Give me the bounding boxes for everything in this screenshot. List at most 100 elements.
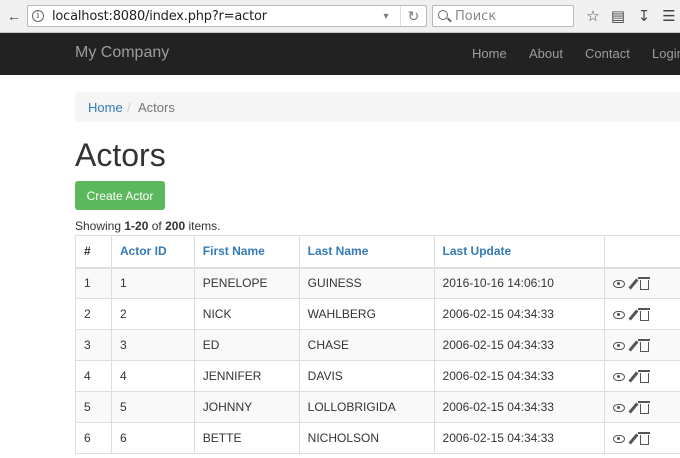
- cell-actor-id: 3: [110, 329, 195, 361]
- row-actions: [604, 360, 680, 392]
- view-icon[interactable]: [613, 280, 626, 289]
- update-icon[interactable]: [628, 278, 639, 290]
- view-icon[interactable]: [613, 434, 626, 443]
- create-actor-button[interactable]: Create Actor: [75, 181, 165, 210]
- column-header-last-name[interactable]: Last Name: [298, 235, 435, 269]
- reading-list-icon[interactable]: ▤: [608, 6, 628, 26]
- summary-total: 200: [165, 219, 186, 233]
- download-icon[interactable]: ↧: [634, 6, 654, 26]
- row-actions: [604, 298, 680, 330]
- breadcrumb-active: Actors: [138, 100, 175, 115]
- navbar: My Company Home About Contact Login: [0, 33, 680, 75]
- table-header-row: # Actor ID First Name Last Name Last Upd…: [75, 235, 680, 269]
- cell-actor-id: 4: [110, 360, 195, 392]
- cell-last-name: WAHLBERG: [298, 298, 435, 330]
- delete-icon[interactable]: [638, 400, 651, 414]
- table-row: 3 3 ED CHASE 2006-02-15 04:34:33: [75, 329, 680, 361]
- cell-last-update: 2016-10-16 14:06:10: [433, 267, 606, 299]
- summary-prefix: Showing: [75, 219, 125, 233]
- table-row: 2 2 NICK WAHLBERG 2006-02-15 04:34:33: [75, 298, 680, 330]
- cell-index: 6: [75, 422, 112, 454]
- summary-suffix: items.: [185, 219, 221, 233]
- browser-search-input[interactable]: Поиск: [432, 5, 574, 27]
- view-icon[interactable]: [613, 403, 626, 412]
- cell-index: 3: [75, 329, 112, 361]
- cell-actor-id: 1: [110, 267, 195, 299]
- row-actions: [604, 329, 680, 361]
- delete-icon[interactable]: [638, 307, 651, 321]
- site-info-icon[interactable]: i: [32, 10, 44, 22]
- cell-last-name: LOLLOBRIGIDA: [298, 391, 435, 423]
- nav-home[interactable]: Home: [472, 46, 507, 61]
- table-row: 4 4 JENNIFER DAVIS 2006-02-15 04:34:33: [75, 360, 680, 392]
- breadcrumb-separator: /: [127, 100, 131, 115]
- column-header-first-name[interactable]: First Name: [193, 235, 300, 269]
- address-bar[interactable]: i localhost:8080/index.php?r=actor ▾ ↻: [27, 5, 427, 27]
- cell-actor-id: 6: [110, 422, 195, 454]
- summary-range: 1-20: [124, 219, 149, 233]
- search-icon: [438, 10, 448, 20]
- cell-first-name: BETTE: [193, 422, 300, 454]
- view-icon[interactable]: [613, 372, 626, 381]
- delete-icon[interactable]: [638, 369, 651, 383]
- cell-actor-id: 2: [110, 298, 195, 330]
- url-dropdown-icon[interactable]: ▾: [376, 6, 396, 26]
- cell-index: 1: [75, 267, 112, 299]
- cell-last-name: GUINESS: [298, 267, 435, 299]
- delete-icon[interactable]: [638, 431, 651, 445]
- actors-table: # Actor ID First Name Last Name Last Upd…: [75, 235, 680, 454]
- cell-index: 5: [75, 391, 112, 423]
- update-icon[interactable]: [628, 433, 639, 445]
- brand-logo[interactable]: My Company: [75, 44, 169, 62]
- page-title: Actors: [75, 137, 166, 173]
- browser-toolbar: ← i localhost:8080/index.php?r=actor ▾ ↻…: [0, 0, 680, 33]
- table-row: 5 5 JOHNNY LOLLOBRIGIDA 2006-02-15 04:34…: [75, 391, 680, 423]
- table-row: 6 6 BETTE NICHOLSON 2006-02-15 04:34:33: [75, 422, 680, 454]
- reload-icon[interactable]: ↻: [400, 6, 426, 26]
- back-arrow-icon[interactable]: ←: [3, 6, 25, 26]
- nav-login[interactable]: Login: [652, 46, 680, 61]
- nav-contact[interactable]: Contact: [585, 46, 630, 61]
- view-icon[interactable]: [613, 310, 626, 319]
- table-row: 1 1 PENELOPE GUINESS 2016-10-16 14:06:10: [75, 267, 680, 299]
- cell-last-update: 2006-02-15 04:34:33: [433, 329, 606, 361]
- column-header-index: #: [75, 235, 112, 269]
- summary-middle: of: [148, 219, 166, 233]
- cell-index: 2: [75, 298, 112, 330]
- cell-last-name: CHASE: [298, 329, 435, 361]
- column-header-actions: [604, 235, 680, 269]
- cell-first-name: PENELOPE: [193, 267, 300, 299]
- cell-last-update: 2006-02-15 04:34:33: [433, 391, 606, 423]
- view-icon[interactable]: [613, 341, 626, 350]
- cell-last-update: 2006-02-15 04:34:33: [433, 298, 606, 330]
- cell-last-update: 2006-02-15 04:34:33: [433, 360, 606, 392]
- summary-text: Showing 1-20 of 200 items.: [75, 219, 220, 233]
- search-placeholder: Поиск: [455, 9, 497, 24]
- cell-first-name: JOHNNY: [193, 391, 300, 423]
- update-icon[interactable]: [628, 340, 639, 352]
- delete-icon[interactable]: [638, 277, 651, 291]
- bookmark-star-icon[interactable]: ☆: [583, 6, 603, 26]
- cell-first-name: JENNIFER: [193, 360, 300, 392]
- cell-first-name: NICK: [193, 298, 300, 330]
- breadcrumb: Home / Actors: [75, 92, 680, 122]
- nav-about[interactable]: About: [529, 46, 563, 61]
- cell-last-name: DAVIS: [298, 360, 435, 392]
- breadcrumb-home[interactable]: Home: [88, 100, 123, 115]
- update-icon[interactable]: [628, 371, 639, 383]
- url-text[interactable]: localhost:8080/index.php?r=actor: [52, 9, 267, 24]
- update-icon[interactable]: [628, 309, 639, 321]
- cell-first-name: ED: [193, 329, 300, 361]
- menu-icon[interactable]: ☰: [659, 6, 679, 26]
- row-actions: [604, 422, 680, 454]
- update-icon[interactable]: [628, 402, 639, 414]
- cell-actor-id: 5: [110, 391, 195, 423]
- column-header-last-update[interactable]: Last Update: [433, 235, 606, 269]
- cell-last-name: NICHOLSON: [298, 422, 435, 454]
- delete-icon[interactable]: [638, 338, 651, 352]
- row-actions: [604, 391, 680, 423]
- row-actions: [604, 267, 680, 299]
- column-header-actor-id[interactable]: Actor ID: [110, 235, 195, 269]
- cell-index: 4: [75, 360, 112, 392]
- cell-last-update: 2006-02-15 04:34:33: [433, 422, 606, 454]
